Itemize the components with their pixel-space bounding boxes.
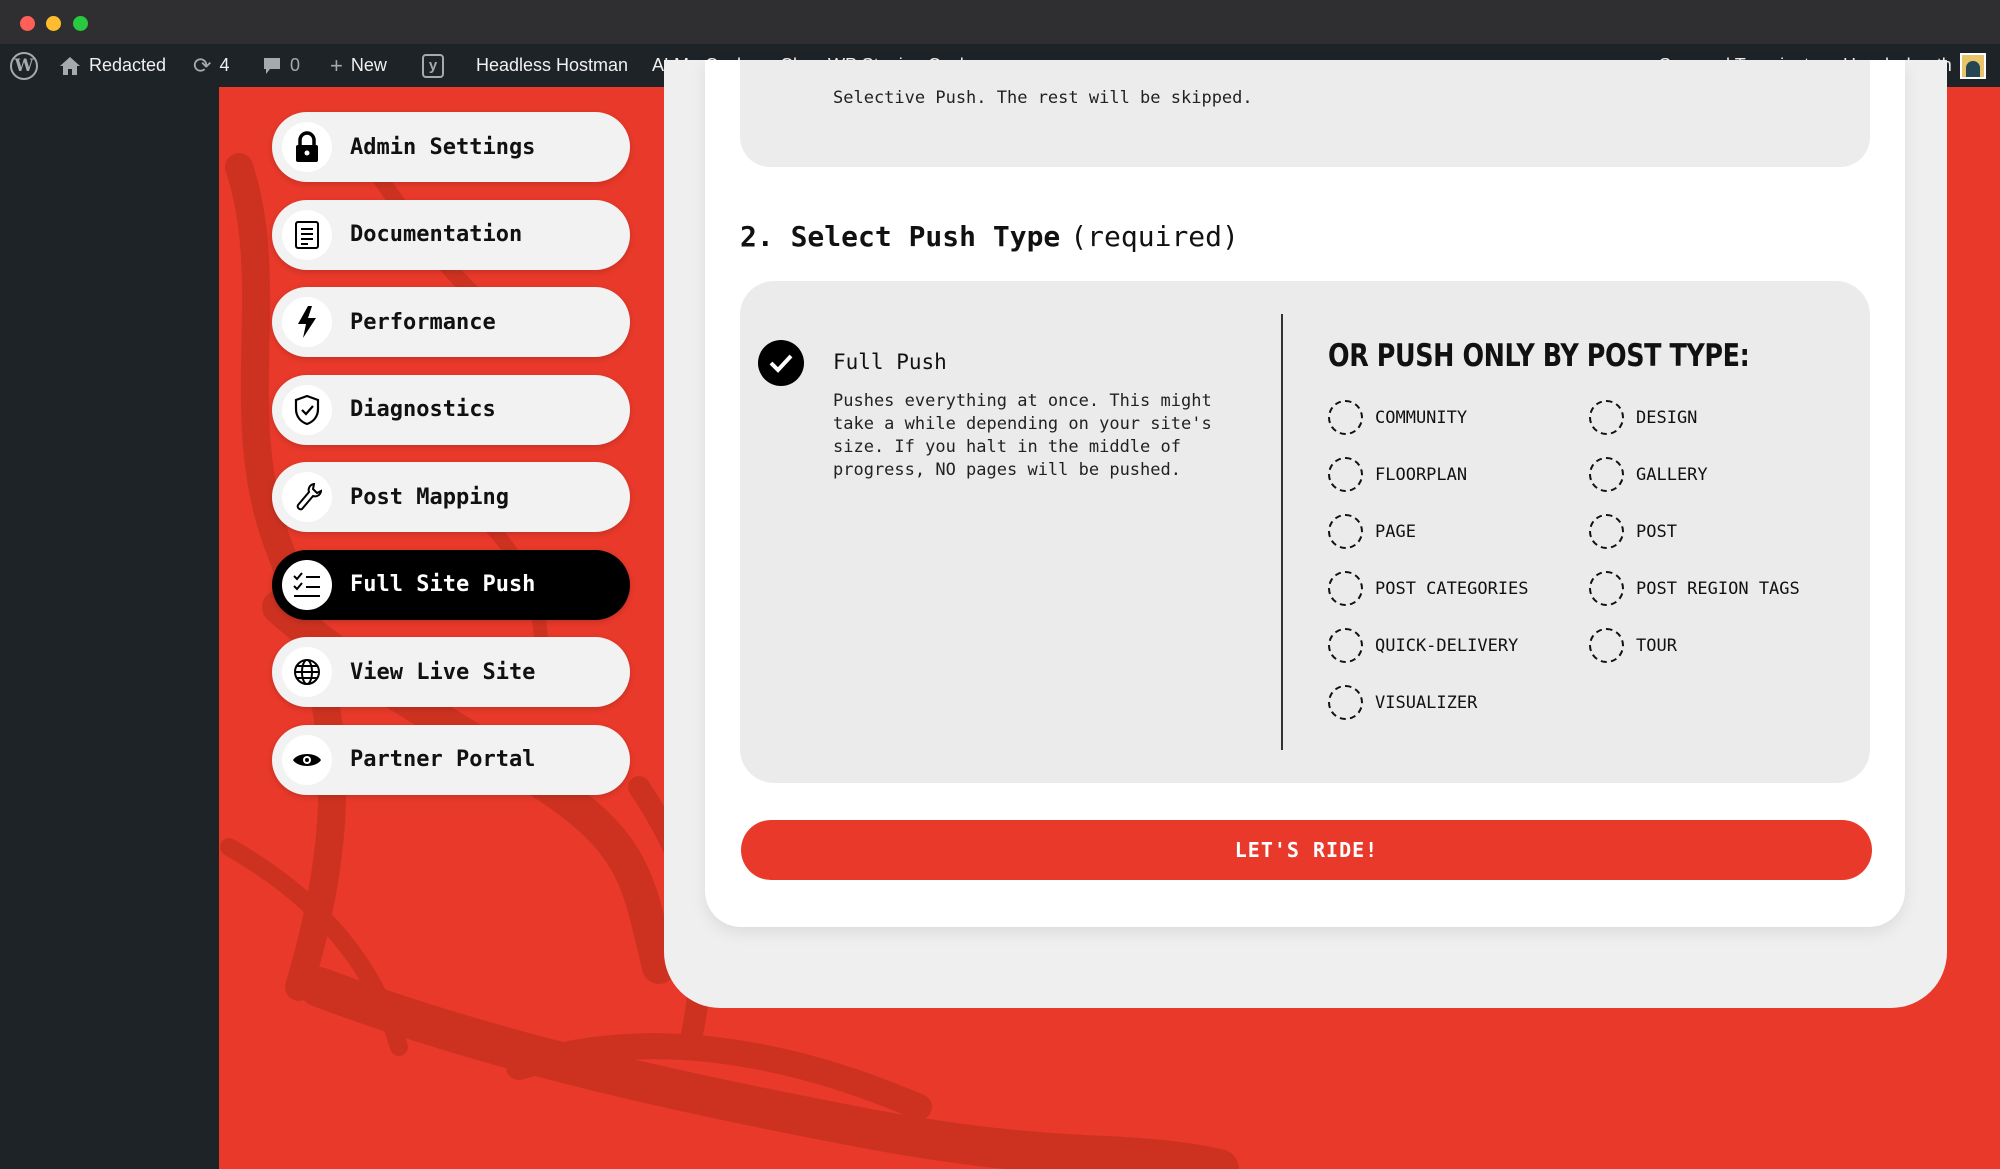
post-type-label: VISUALIZER: [1375, 692, 1478, 713]
lets-ride-button[interactable]: LET'S RIDE!: [741, 820, 1872, 880]
nav-item-label: Diagnostics: [350, 397, 496, 422]
post-type-label: DESIGN: [1636, 407, 1698, 428]
site-name-menu[interactable]: Redacted: [59, 44, 166, 87]
radio-circle: [1589, 457, 1624, 492]
post-type-option-post[interactable]: POST: [1589, 514, 1677, 549]
post-type-option-design[interactable]: DESIGN: [1589, 400, 1697, 435]
avatar: [1959, 52, 1986, 79]
post-type-label: POST CATEGORIES: [1375, 578, 1529, 599]
window-minimize-button[interactable]: [46, 16, 61, 31]
post-type-option-post-categories[interactable]: POST CATEGORIES: [1328, 571, 1529, 606]
radio-circle: [1589, 571, 1624, 606]
nav-item-label: Documentation: [350, 222, 523, 247]
nav-item-documentation[interactable]: Documentation: [272, 199, 630, 270]
lightning-icon: [282, 297, 332, 347]
nav-item-performance[interactable]: Performance: [272, 287, 630, 357]
radio-circle: [1328, 514, 1363, 549]
yoast-icon: y: [422, 53, 444, 78]
post-type-option-tour[interactable]: TOUR: [1589, 628, 1677, 663]
new-content-menu[interactable]: + New: [330, 44, 387, 87]
post-type-heading: OR PUSH ONLY BY POST TYPE:: [1328, 338, 1750, 374]
post-type-option-visualizer[interactable]: VISUALIZER: [1328, 685, 1477, 720]
post-type-option-post-region-tags[interactable]: POST REGION TAGS: [1589, 571, 1800, 606]
eye-icon: [282, 734, 332, 785]
section-title: 2. Select Push Type: [740, 220, 1061, 253]
full-push-description: Pushes everything at once. This might ta…: [833, 391, 1212, 480]
wp-admin-menu: [0, 87, 219, 1169]
full-push-title: Full Push: [833, 350, 947, 374]
radio-circle: [1328, 400, 1363, 435]
post-type-label: PAGE: [1375, 521, 1416, 542]
post-type-label: TOUR: [1636, 635, 1677, 656]
document-icon: [282, 209, 332, 260]
nav-item-admin-settings[interactable]: Admin Settings: [272, 112, 630, 182]
options-divider: [1281, 314, 1283, 750]
post-type-option-page[interactable]: PAGE: [1328, 514, 1416, 549]
nav-item-label: Admin Settings: [350, 134, 536, 160]
radio-circle: [1328, 571, 1363, 606]
wrench-icon: [282, 472, 332, 522]
nav-item-label: Partner Portal: [350, 747, 536, 772]
post-type-label: QUICK-DELIVERY: [1375, 635, 1519, 656]
wordpress-logo-icon: W: [10, 51, 38, 80]
radio-circle: [1328, 628, 1363, 663]
nav-item-label: View Live Site: [350, 659, 536, 685]
plus-icon: +: [330, 52, 343, 78]
post-type-option-community[interactable]: COMMUNITY: [1328, 400, 1467, 435]
nav-item-label: Full Site Push: [350, 572, 536, 597]
radio-circle: [1328, 457, 1363, 492]
updates-count: 4: [219, 55, 230, 75]
shield-check-icon: [282, 384, 332, 435]
post-type-label: POST REGION TAGS: [1636, 578, 1800, 599]
window-close-button[interactable]: [20, 16, 35, 31]
previous-section-text: Selective Push. The rest will be skipped…: [833, 88, 1253, 108]
post-type-label: POST: [1636, 521, 1677, 542]
post-type-label: GALLERY: [1636, 464, 1708, 485]
post-type-option-quick-delivery[interactable]: QUICK-DELIVERY: [1328, 628, 1518, 663]
radio-circle: [1328, 685, 1363, 720]
plugin-side-nav: Admin Settings Documentation Performance…: [272, 112, 630, 812]
comments-menu[interactable]: 0: [262, 44, 300, 87]
updates-icon: ⟳: [193, 52, 212, 78]
globe-icon: [282, 647, 332, 697]
nav-item-diagnostics[interactable]: Diagnostics: [272, 374, 630, 445]
window-zoom-button[interactable]: [73, 16, 88, 31]
full-push-radio[interactable]: [758, 340, 804, 386]
new-label: New: [350, 55, 387, 75]
post-type-option-gallery[interactable]: GALLERY: [1589, 457, 1708, 492]
checkmark-icon: [769, 354, 793, 373]
window-titlebar: [0, 0, 2000, 44]
nav-item-label: Performance: [350, 309, 496, 335]
nav-item-partner-portal[interactable]: Partner Portal: [272, 724, 630, 795]
radio-circle: [1589, 400, 1624, 435]
radio-circle: [1589, 628, 1624, 663]
wp-logo-menu[interactable]: W: [10, 44, 38, 87]
post-type-label: FLOORPLAN: [1375, 464, 1468, 485]
headless-hostman-label: Headless Hostman: [476, 55, 629, 75]
nav-item-label: Post Mapping: [350, 484, 509, 510]
lock-icon: [282, 122, 332, 172]
site-name-label: Redacted: [89, 55, 167, 75]
nav-item-view-live-site[interactable]: View Live Site: [272, 637, 630, 707]
yoast-menu[interactable]: y: [422, 44, 444, 87]
section-required-note: (required): [1070, 220, 1239, 253]
section-heading: 2. Select Push Type (required): [740, 220, 1239, 253]
radio-circle: [1589, 514, 1624, 549]
home-icon: [60, 56, 80, 75]
post-type-option-floorplan[interactable]: FLOORPLAN: [1328, 457, 1467, 492]
comment-icon: [264, 57, 280, 74]
comments-count: 0: [290, 55, 301, 75]
headless-hostman-link[interactable]: Headless Hostman: [476, 44, 628, 87]
updates-menu[interactable]: ⟳ 4: [193, 44, 229, 87]
nav-item-full-site-push[interactable]: Full Site Push: [272, 549, 630, 620]
previous-section-box: [740, 60, 1870, 167]
nav-item-post-mapping[interactable]: Post Mapping: [272, 462, 630, 532]
post-type-label: COMMUNITY: [1375, 407, 1468, 428]
checklist-icon: [282, 559, 332, 610]
